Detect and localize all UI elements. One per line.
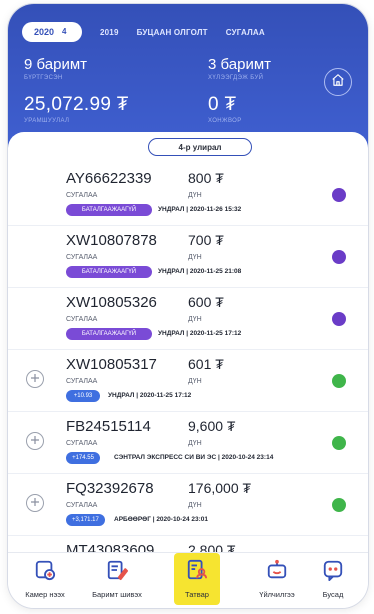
- nav-receipt-entry-label: Баримт шивэх: [92, 590, 142, 599]
- receipt-amount-label: ДҮН: [188, 502, 202, 509]
- receipt-detail: УНДРАЛ | 2020-11-25 21:08: [158, 268, 242, 275]
- receipt-row[interactable]: XW10805317 601 ₮ СУГАЛАА ДҮН +10.93 УНДРАЛ | …: [8, 350, 368, 412]
- receipt-type: СУГАЛАА: [66, 378, 98, 385]
- status-badge: +10.93: [66, 390, 100, 402]
- add-button[interactable]: [26, 432, 44, 450]
- status-badge: +174.55: [66, 452, 100, 464]
- receipt-type: СУГАЛАА: [66, 192, 98, 199]
- receipt-type: СУГАЛАА: [66, 316, 98, 323]
- add-button[interactable]: [26, 494, 44, 512]
- discount-label: ХОНЖВОР: [208, 118, 242, 124]
- plus-icon: [30, 370, 40, 388]
- receipt-type: СУГАЛАА: [66, 502, 98, 509]
- pending-label: ХҮЛЭЭГДЭЖ БУЙ: [208, 75, 264, 81]
- tab-2019[interactable]: 2019: [100, 28, 119, 37]
- receipt-amount: 2,800 ₮: [188, 542, 236, 552]
- receipt-amount: 176,000 ₮: [188, 480, 252, 496]
- receipt-amount: 800 ₮: [188, 170, 224, 186]
- receipt-detail: УНДРАЛ | 2020-11-26 15:32: [158, 206, 242, 213]
- receipt-amount-label: ДҮН: [188, 254, 202, 261]
- home-icon: [331, 73, 345, 92]
- phone-screen: 2020 4 2019 БУЦААН ОЛГОЛТ СУГАЛАА 9 бари…: [8, 4, 368, 608]
- receipt-detail: СЭНТРАЛ ЭКСПРЕСС СИ ВИ ЭС | 2020-10-24 2…: [114, 454, 274, 461]
- receipt-row[interactable]: XW10805326 600 ₮ СУГАЛАА ДҮН БАТАЛГААЖААГҮЙ У…: [8, 288, 368, 350]
- tab-2020[interactable]: 2020 4: [22, 22, 82, 42]
- nav-tax[interactable]: Татвар: [164, 559, 230, 599]
- receipt-detail: УНДРАЛ | 2020-11-25 17:12: [108, 392, 192, 399]
- tab-2020-quarter: 4: [62, 27, 67, 36]
- receipt-amount-label: ДҮН: [188, 440, 202, 447]
- nav-tax-label: Татвар: [185, 590, 209, 599]
- bottom-nav: Камер нээх Баримт шивэх Татвар Үйлчилгээ…: [8, 552, 368, 608]
- home-button[interactable]: [324, 68, 352, 96]
- bonus-amount: 25,072.99 ₮: [24, 94, 129, 115]
- receipt-amount-label: ДҮН: [188, 192, 202, 199]
- receipt-detail: УНДРАЛ | 2020-11-25 17:12: [158, 330, 242, 337]
- plus-icon: [30, 432, 40, 450]
- receipt-row[interactable]: XW10807878 700 ₮ СУГАЛАА ДҮН БАТАЛГААЖААГҮЙ У…: [8, 226, 368, 288]
- bonus-stat: 25,072.99 ₮ УРАМШУУЛАЛ: [24, 94, 129, 124]
- registered-stat: 9 баримт БҮРТГЭСЭН: [24, 56, 87, 81]
- status-dot: [332, 498, 346, 512]
- nav-receipt-entry[interactable]: Баримт шивэх: [84, 559, 150, 599]
- receipt-amount: 600 ₮: [188, 294, 224, 310]
- add-button[interactable]: [26, 370, 44, 388]
- receipt-edit-icon: [106, 559, 128, 586]
- quarter-selector[interactable]: 4-р улирал: [148, 138, 252, 156]
- status-badge: +3,171.17: [66, 514, 105, 526]
- more-chat-icon: [322, 559, 344, 586]
- receipt-row[interactable]: MT43083609 2,800 ₮: [8, 536, 368, 552]
- receipt-code: XW10805317: [66, 356, 157, 373]
- status-dot: [332, 188, 346, 202]
- discount-stat: 0 ₮ ХОНЖВОР: [208, 94, 242, 124]
- receipt-amount: 700 ₮: [188, 232, 224, 248]
- receipt-code: FB24515114: [66, 418, 151, 435]
- registered-label: БҮРТГЭСЭН: [24, 75, 63, 81]
- receipt-row[interactable]: AY66622339 800 ₮ СУГАЛАА ДҮН БАТАЛГААЖААГҮЙ У…: [8, 164, 368, 226]
- tab-refund[interactable]: БУЦААН ОЛГОЛТ: [137, 28, 208, 37]
- pending-stat: 3 баримт ХҮЛЭЭГДЭЖ БУЙ: [208, 56, 271, 81]
- pending-count: 3 баримт: [208, 56, 272, 73]
- bonus-label: УРАМШУУЛАЛ: [24, 118, 70, 124]
- status-dot: [332, 436, 346, 450]
- nav-services-label: Үйлчилгээ: [259, 590, 295, 599]
- status-dot: [332, 312, 346, 326]
- registered-count: 9 баримт: [24, 56, 88, 73]
- status-badge: БАТАЛГААЖААГҮЙ: [66, 204, 152, 216]
- receipt-type: СУГАЛАА: [66, 254, 98, 261]
- nav-camera[interactable]: Камер нээх: [12, 559, 78, 599]
- tab-lottery[interactable]: СУГАЛАА: [226, 28, 265, 37]
- receipt-code: AY66622339: [66, 170, 152, 187]
- tax-person-icon: [186, 559, 208, 586]
- status-badge: БАТАЛГААЖААГҮЙ: [66, 328, 152, 340]
- nav-more[interactable]: Бусад: [300, 559, 366, 599]
- receipt-amount-label: ДҮН: [188, 378, 202, 385]
- receipt-code: XW10805326: [66, 294, 157, 311]
- tab-2020-label: 2020: [34, 27, 55, 37]
- receipt-amount: 9,600 ₮: [188, 418, 236, 434]
- plus-icon: [30, 494, 40, 512]
- receipt-code: XW10807878: [66, 232, 157, 249]
- nav-more-label: Бусад: [322, 590, 344, 599]
- receipt-row[interactable]: FB24515114 9,600 ₮ СУГАЛАА ДҮН +174.55 СЭНТРА…: [8, 412, 368, 474]
- service-robot-icon: [266, 559, 288, 586]
- discount-amount: 0 ₮: [208, 94, 237, 115]
- status-badge: БАТАЛГААЖААГҮЙ: [66, 266, 152, 278]
- year-tabs: 2020 4 2019 БУЦААН ОЛГОЛТ СУГАЛАА: [22, 22, 265, 42]
- status-dot: [332, 374, 346, 388]
- receipt-type: СУГАЛАА: [66, 440, 98, 447]
- receipt-detail: АРБӨӨРӨГ | 2020-10-24 23:01: [114, 516, 208, 523]
- receipt-code: FQ32392678: [66, 480, 154, 497]
- nav-camera-label: Камер нээх: [25, 590, 65, 599]
- header: 2020 4 2019 БУЦААН ОЛГОЛТ СУГАЛАА 9 бари…: [8, 4, 368, 148]
- camera-plus-icon: [34, 559, 56, 586]
- receipt-row[interactable]: FQ32392678 176,000 ₮ СУГАЛАА ДҮН +3,171.17 АР…: [8, 474, 368, 536]
- receipt-amount-label: ДҮН: [188, 316, 202, 323]
- status-dot: [332, 250, 346, 264]
- receipt-code: MT43083609: [66, 542, 155, 552]
- receipt-amount: 601 ₮: [188, 356, 224, 372]
- receipt-list-panel: 4-р улирал AY66622339 800 ₮ СУГАЛАА ДҮН БАТА…: [8, 132, 368, 552]
